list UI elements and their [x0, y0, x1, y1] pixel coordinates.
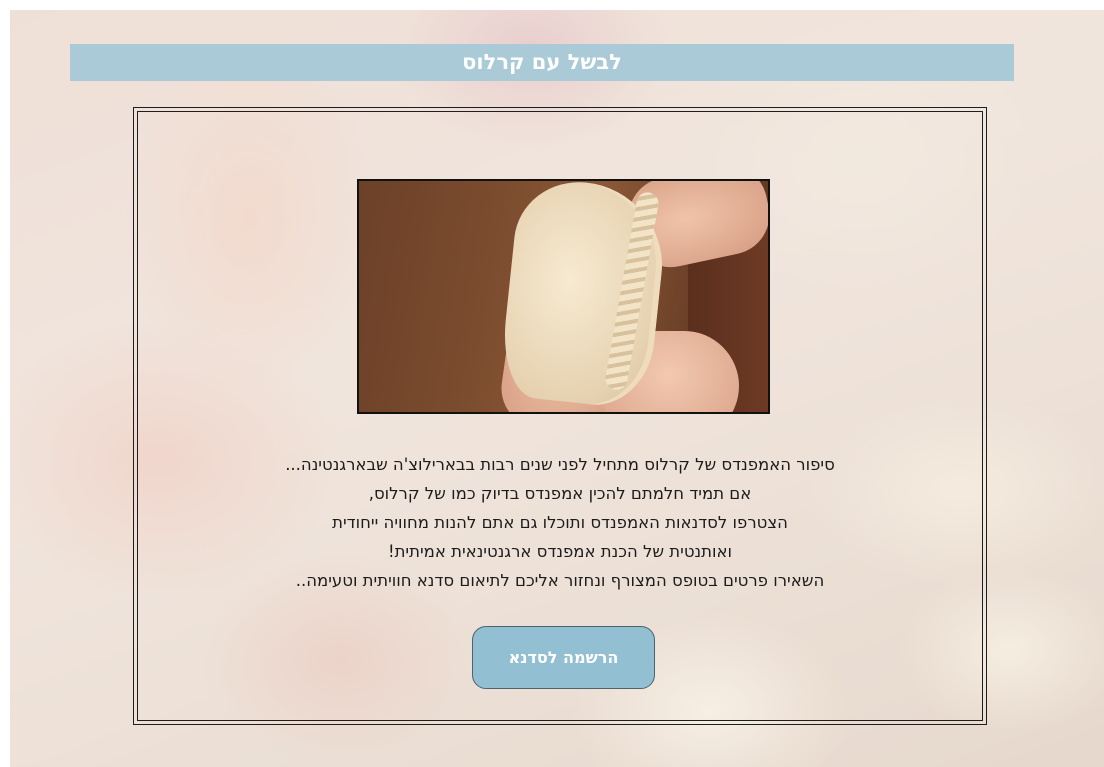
story-line: סיפור האמפנדס של קרלוס מתחיל לפני שנים ר… — [285, 455, 835, 474]
story-text: סיפור האמפנדס של קרלוס מתחיל לפני שנים ר… — [140, 450, 980, 595]
story-line: ואותנטית של הכנת אמפנדס ארגנטינאית אמיתי… — [387, 542, 733, 561]
page: לבשל עם קרלוס סיפור האמפנדס של קרלוס מתח… — [0, 0, 1104, 767]
story-line: הצטרפו לסדנאות האמפנדס ותוכלו גם אתם להנ… — [332, 513, 788, 532]
story-line: השאירו פרטים בטופס המצורף ונחזור אליכם ל… — [295, 571, 825, 590]
register-workshop-button[interactable]: הרשמה לסדנא — [472, 626, 655, 689]
story-line: אם תמיד חלמתם להכין אמפנדס בדיוק כמו של … — [368, 484, 752, 503]
page-title: לבשל עם קרלוס — [70, 44, 1014, 81]
empanada-photo — [357, 179, 770, 414]
